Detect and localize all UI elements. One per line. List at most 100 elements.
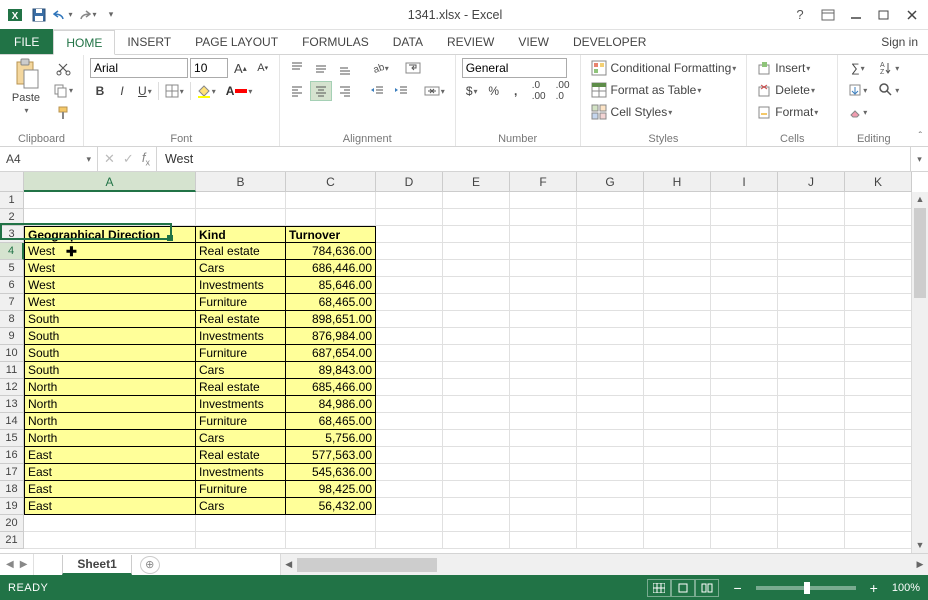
maximize-icon[interactable]	[872, 5, 896, 25]
cell[interactable]: 898,651.00	[286, 311, 376, 328]
row-header[interactable]: 17	[0, 464, 24, 481]
cell[interactable]	[644, 226, 711, 243]
cell[interactable]	[443, 498, 510, 515]
sort-filter-button[interactable]: AZ▾	[874, 58, 903, 78]
cell[interactable]	[711, 226, 778, 243]
cell[interactable]	[443, 413, 510, 430]
cell[interactable]	[711, 379, 778, 396]
cell[interactable]: 89,843.00	[286, 362, 376, 379]
cell[interactable]	[577, 243, 644, 260]
cell[interactable]	[286, 209, 376, 226]
redo-icon[interactable]: ▾	[76, 4, 98, 26]
cell[interactable]	[510, 226, 577, 243]
close-icon[interactable]	[900, 5, 924, 25]
column-header[interactable]: H	[644, 172, 711, 192]
cell[interactable]	[778, 413, 845, 430]
cell[interactable]	[443, 532, 510, 549]
zoom-out-button[interactable]: −	[729, 580, 745, 596]
cell[interactable]	[845, 379, 912, 396]
cell[interactable]: Cars	[196, 362, 286, 379]
cell[interactable]	[845, 277, 912, 294]
cell[interactable]	[644, 294, 711, 311]
row-header[interactable]: 13	[0, 396, 24, 413]
cell[interactable]	[711, 464, 778, 481]
format-cells-button[interactable]: Format▾	[753, 102, 831, 122]
copy-button[interactable]: ▾	[49, 80, 77, 100]
column-header[interactable]: F	[510, 172, 577, 192]
cell[interactable]	[443, 481, 510, 498]
cell[interactable]	[443, 515, 510, 532]
scroll-right-icon[interactable]: ▶	[912, 559, 928, 570]
cell[interactable]	[778, 481, 845, 498]
cell[interactable]	[778, 311, 845, 328]
cell[interactable]	[443, 362, 510, 379]
cell[interactable]	[845, 294, 912, 311]
cell[interactable]	[510, 362, 577, 379]
undo-icon[interactable]: ▾	[52, 4, 74, 26]
bold-button[interactable]: B	[90, 81, 110, 101]
fill-color-button[interactable]: ▾	[193, 81, 220, 101]
cell[interactable]	[711, 430, 778, 447]
increase-decimal-button[interactable]: .0.00	[528, 81, 550, 101]
cell[interactable]	[577, 413, 644, 430]
cell[interactable]	[711, 498, 778, 515]
font-name-input[interactable]	[90, 58, 188, 78]
cell[interactable]	[376, 209, 443, 226]
cell[interactable]	[196, 192, 286, 209]
cell[interactable]	[845, 345, 912, 362]
cell[interactable]: 685,466.00	[286, 379, 376, 396]
cell[interactable]	[577, 294, 644, 311]
cell[interactable]: Real estate	[196, 243, 286, 260]
cell[interactable]	[510, 209, 577, 226]
cell[interactable]: South	[24, 345, 196, 362]
cell[interactable]: 545,636.00	[286, 464, 376, 481]
cell[interactable]	[778, 498, 845, 515]
cell[interactable]	[510, 311, 577, 328]
cell[interactable]	[577, 396, 644, 413]
cell[interactable]	[845, 192, 912, 209]
cell[interactable]	[577, 379, 644, 396]
cell[interactable]	[577, 226, 644, 243]
cell[interactable]	[376, 430, 443, 447]
tab-page-layout[interactable]: PAGE LAYOUT	[183, 29, 290, 54]
cell[interactable]	[577, 515, 644, 532]
cell[interactable]	[845, 396, 912, 413]
cell[interactable]: 68,465.00	[286, 413, 376, 430]
cell[interactable]	[778, 464, 845, 481]
cell[interactable]	[443, 260, 510, 277]
qat-customize-icon[interactable]: ▾	[100, 4, 122, 26]
cell[interactable]: 577,563.00	[286, 447, 376, 464]
row-header[interactable]: 9	[0, 328, 24, 345]
sheet-nav-next-icon[interactable]: ▶	[20, 559, 28, 570]
cell[interactable]: East	[24, 481, 196, 498]
cell[interactable]: Investments	[196, 464, 286, 481]
cell[interactable]	[577, 447, 644, 464]
delete-cells-button[interactable]: Delete▾	[753, 80, 831, 100]
cell[interactable]: North	[24, 379, 196, 396]
wrap-text-button[interactable]	[401, 58, 425, 78]
horizontal-scroll-thumb[interactable]	[297, 558, 437, 572]
cell[interactable]	[845, 515, 912, 532]
cell[interactable]	[577, 192, 644, 209]
insert-cells-button[interactable]: Insert▾	[753, 58, 831, 78]
cell[interactable]: East	[24, 498, 196, 515]
cell[interactable]	[711, 192, 778, 209]
page-break-view-button[interactable]	[695, 579, 719, 597]
cell[interactable]	[376, 192, 443, 209]
column-header[interactable]: I	[711, 172, 778, 192]
cell[interactable]	[376, 277, 443, 294]
cell[interactable]: Geographical Direction	[24, 226, 196, 243]
cell[interactable]	[845, 311, 912, 328]
cell[interactable]	[510, 328, 577, 345]
cell[interactable]: South	[24, 328, 196, 345]
cell[interactable]	[376, 362, 443, 379]
cell[interactable]	[577, 430, 644, 447]
cell[interactable]	[845, 430, 912, 447]
cell[interactable]: 876,984.00	[286, 328, 376, 345]
decrease-indent-button[interactable]	[366, 81, 388, 101]
page-layout-view-button[interactable]	[671, 579, 695, 597]
row-header[interactable]: 7	[0, 294, 24, 311]
cell[interactable]	[711, 481, 778, 498]
cell[interactable]	[845, 209, 912, 226]
cell[interactable]	[376, 515, 443, 532]
